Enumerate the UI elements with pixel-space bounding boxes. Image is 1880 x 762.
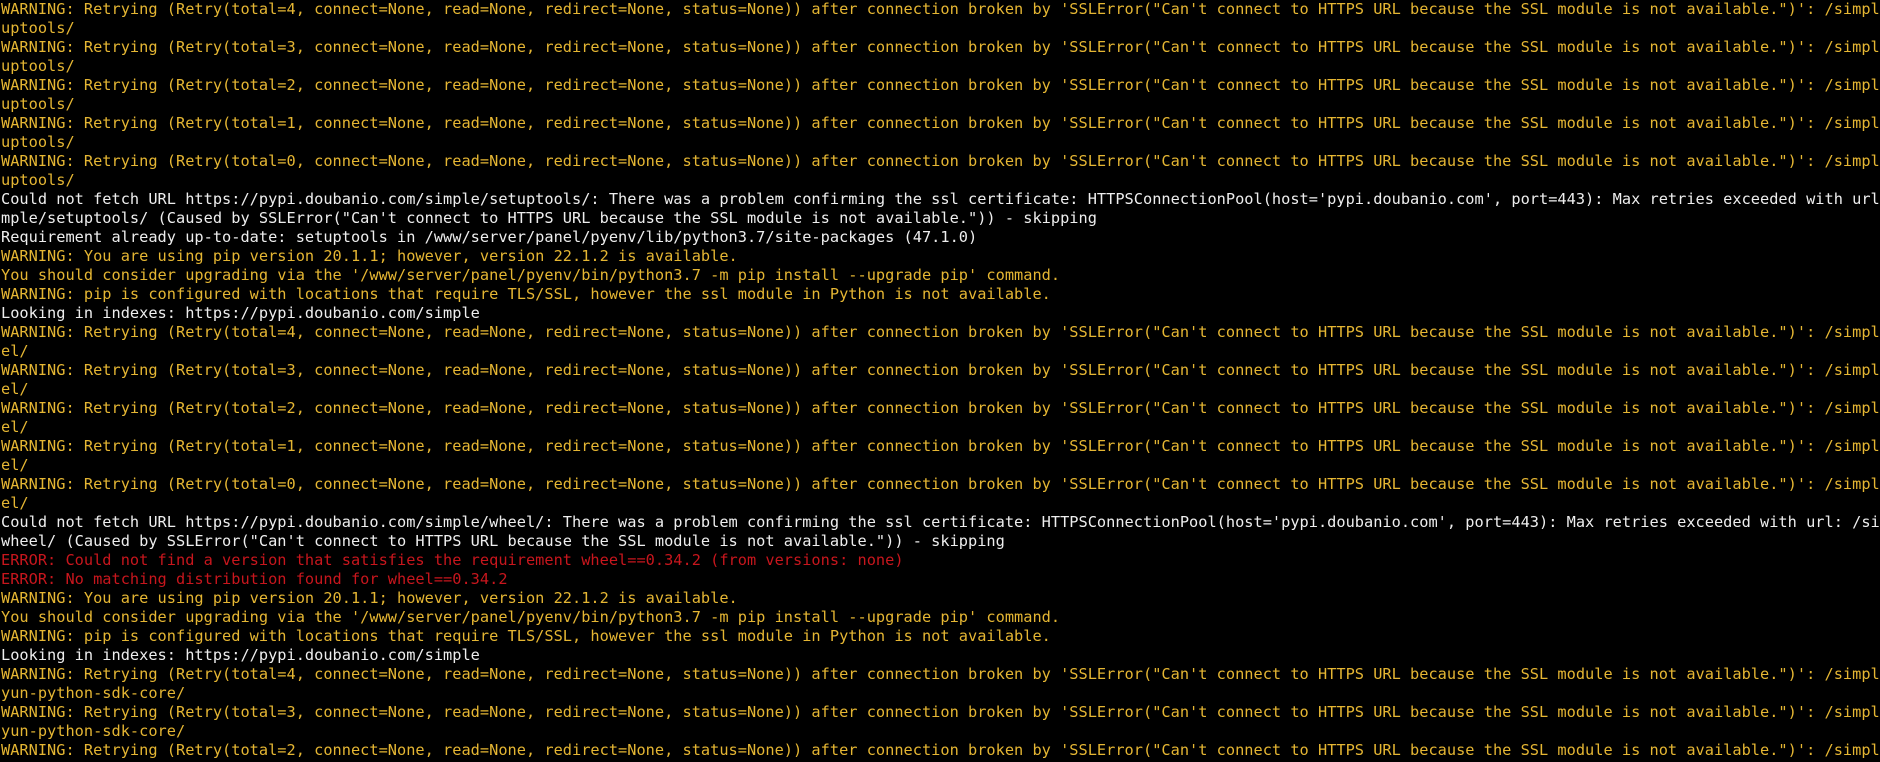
terminal-line: yun-python-sdk-core/ [1, 684, 186, 702]
terminal-line: uptools/ [1, 19, 75, 37]
terminal-line: yun-python-sdk-core/ [1, 722, 186, 740]
terminal-line: WARNING: pip is configured with location… [1, 627, 1051, 645]
terminal-line: WARNING: Retrying (Retry(total=4, connec… [1, 0, 1880, 18]
terminal-line: uptools/ [1, 57, 75, 75]
terminal-line: el/ [1, 456, 29, 474]
terminal-line: WARNING: Retrying (Retry(total=4, connec… [1, 665, 1880, 683]
terminal-line: Looking in indexes: https://pypi.doubani… [1, 304, 480, 322]
terminal-line: el/ [1, 342, 29, 360]
terminal-line: WARNING: You are using pip version 20.1.… [1, 589, 738, 607]
terminal-line: WARNING: Retrying (Retry(total=3, connec… [1, 38, 1880, 56]
terminal-line: WARNING: Retrying (Retry(total=2, connec… [1, 741, 1880, 759]
terminal-line: Could not fetch URL https://pypi.doubani… [1, 513, 1880, 531]
terminal-line: uptools/ [1, 95, 75, 113]
terminal-line: mple/setuptools/ (Caused by SSLError("Ca… [1, 209, 1097, 227]
terminal-line: WARNING: Retrying (Retry(total=0, connec… [1, 152, 1880, 170]
terminal-line: Could not fetch URL https://pypi.doubani… [1, 190, 1880, 208]
terminal-line: You should consider upgrading via the '/… [1, 608, 1061, 626]
terminal-line: el/ [1, 418, 29, 436]
terminal-line: uptools/ [1, 133, 75, 151]
terminal-line: WARNING: Retrying (Retry(total=0, connec… [1, 475, 1880, 493]
terminal-line: ERROR: No matching distribution found fo… [1, 570, 508, 588]
terminal-line: WARNING: pip is configured with location… [1, 285, 1051, 303]
terminal-line: el/ [1, 380, 29, 398]
terminal-line: WARNING: Retrying (Retry(total=3, connec… [1, 361, 1880, 379]
terminal-line: ERROR: Could not find a version that sat… [1, 551, 904, 569]
terminal-line: You should consider upgrading via the '/… [1, 266, 1061, 284]
terminal-line: WARNING: You are using pip version 20.1.… [1, 247, 738, 265]
terminal-window[interactable]: WARNING: Retrying (Retry(total=4, connec… [0, 0, 1880, 762]
terminal-line: Looking in indexes: https://pypi.doubani… [1, 646, 480, 664]
terminal-line: el/ [1, 494, 29, 512]
terminal-line: WARNING: Retrying (Retry(total=1, connec… [1, 114, 1880, 132]
terminal-line: Requirement already up-to-date: setuptoo… [1, 228, 978, 246]
terminal-line: WARNING: Retrying (Retry(total=2, connec… [1, 76, 1880, 94]
terminal-line: WARNING: Retrying (Retry(total=3, connec… [1, 703, 1880, 721]
terminal-line: WARNING: Retrying (Retry(total=4, connec… [1, 323, 1880, 341]
terminal-line: WARNING: Retrying (Retry(total=2, connec… [1, 399, 1880, 417]
terminal-line: wheel/ (Caused by SSLError("Can't connec… [1, 532, 1005, 550]
terminal-line: WARNING: Retrying (Retry(total=1, connec… [1, 437, 1880, 455]
terminal-line: uptools/ [1, 171, 75, 189]
